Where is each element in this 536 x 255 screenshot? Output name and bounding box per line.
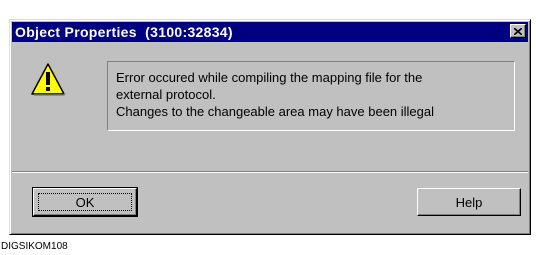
message-line-1: Error occured while compiling the mappin…	[116, 70, 423, 85]
message-line-2: external protocol.	[116, 87, 216, 102]
help-button[interactable]: Help	[417, 188, 521, 216]
message-panel: Error occured while compiling the mappin…	[107, 61, 515, 131]
error-dialog: Object Properties (3100:32834) Error occ…	[9, 19, 531, 235]
ok-button-label: OK	[75, 194, 95, 210]
figure-caption: DIGSIKOM108	[1, 241, 68, 252]
close-button[interactable]	[510, 24, 526, 38]
title-bar[interactable]: Object Properties (3100:32834)	[12, 22, 528, 42]
message-line-3: Changes to the changeable area may have …	[116, 104, 435, 119]
dialog-title: Object Properties (3100:32834)	[15, 24, 233, 40]
close-icon	[514, 27, 522, 35]
separator	[12, 171, 528, 173]
help-button-label: Help	[455, 194, 483, 210]
ok-button[interactable]: OK	[32, 187, 138, 217]
warning-icon	[31, 63, 66, 96]
